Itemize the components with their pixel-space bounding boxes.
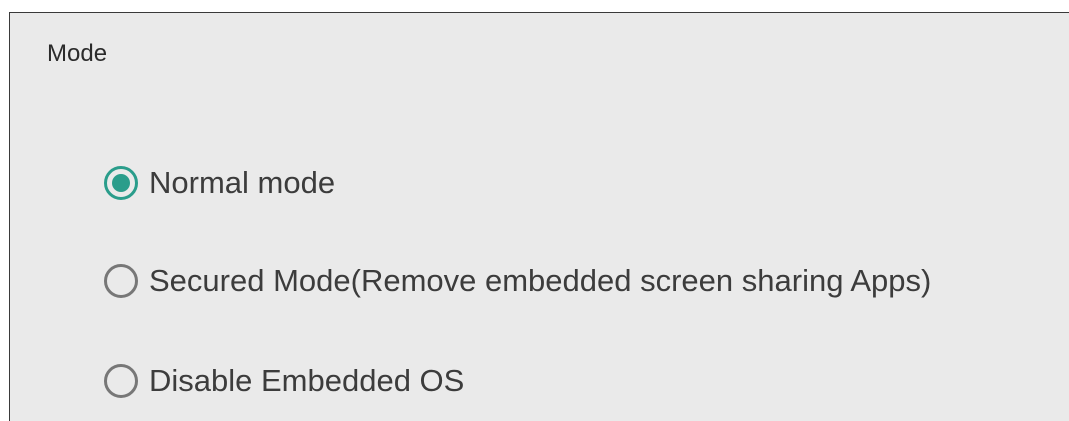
radio-button-checked-icon[interactable] <box>104 166 138 200</box>
radio-option-label: Normal mode <box>149 165 336 200</box>
radio-option-disable-embedded-os[interactable]: Disable Embedded OS <box>104 361 464 401</box>
radio-button-unchecked-icon[interactable] <box>104 364 138 398</box>
radio-option-secured-mode[interactable]: Secured Mode(Remove embedded screen shar… <box>104 261 931 301</box>
mode-settings-panel: Mode Normal mode Secured Mode(Remove emb… <box>9 12 1069 421</box>
section-title: Mode <box>47 40 108 67</box>
radio-option-label: Secured Mode(Remove embedded screen shar… <box>149 263 932 298</box>
radio-dot-icon <box>112 174 130 192</box>
radio-option-normal-mode[interactable]: Normal mode <box>104 163 335 203</box>
radio-option-label: Disable Embedded OS <box>149 363 465 398</box>
radio-button-unchecked-icon[interactable] <box>104 264 138 298</box>
